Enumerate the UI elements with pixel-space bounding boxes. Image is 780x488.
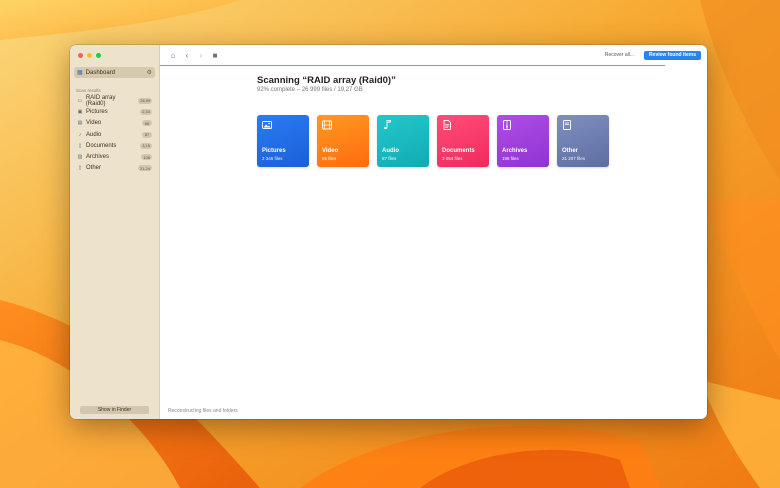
archive-icon: ▥ — [77, 154, 83, 161]
scan-results-list: ▭ RAID array (Raid0) 26,99 ▣ Pictures 2,… — [74, 95, 155, 174]
forward-chevron-icon[interactable]: › — [194, 51, 208, 60]
sidebar-item-raid[interactable]: ▭ RAID array (Raid0) 26,99 — [74, 94, 155, 107]
count-badge: 26,99 — [138, 97, 152, 104]
stop-icon[interactable]: ■ — [208, 51, 222, 60]
tile-name: Archives — [502, 148, 528, 154]
tile-audio[interactable]: Audio 87 files — [377, 115, 429, 167]
document-icon — [443, 120, 451, 130]
count-badge: 21,24 — [137, 165, 152, 172]
count-badge: 87 — [142, 131, 152, 138]
tile-count: 87 files — [382, 156, 397, 161]
sidebar-item-other[interactable]: ▯ Other 21,24 — [74, 163, 155, 174]
status-text: Reconstructing files and folders — [168, 408, 238, 414]
tile-name: Other — [562, 148, 579, 154]
category-tiles: Pictures 2 346 files Video 66 files Audi… — [257, 115, 609, 167]
show-in-finder-button[interactable]: Show in Finder — [80, 406, 149, 414]
archive-icon — [503, 120, 511, 130]
back-chevron-icon[interactable]: ‹ — [180, 51, 194, 60]
sidebar-item-audio[interactable]: ♪ Audio 87 — [74, 129, 155, 140]
sidebar-item-documents[interactable]: ▯ Documents 3,15 — [74, 140, 155, 151]
dashboard-grid-icon: ▦ — [77, 70, 83, 76]
tile-name: Pictures — [262, 148, 286, 154]
tile-documents[interactable]: Documents 3 054 files — [437, 115, 489, 167]
sidebar-item-label: Video — [86, 120, 102, 127]
sidebar-item-label: Pictures — [86, 108, 108, 115]
close-button[interactable] — [78, 53, 83, 58]
sidebar: ▦ Dashboard ⚙ Scan results ▭ RAID array … — [70, 45, 160, 419]
tile-archives[interactable]: Archives 196 files — [497, 115, 549, 167]
count-badge: 66 — [142, 120, 152, 127]
picture-icon — [262, 121, 272, 129]
main-content: ⌂ ‹ › ■ Recover all... Review found item… — [160, 45, 707, 419]
sidebar-item-pictures[interactable]: ▣ Pictures 2,34 — [74, 106, 155, 117]
scan-title: Scanning “RAID array (Raid0)” — [257, 75, 396, 86]
sidebar-item-label: Documents — [86, 142, 117, 149]
tile-name: Video — [322, 148, 339, 154]
dashboard-label: Dashboard — [85, 69, 116, 76]
toolbar: ⌂ ‹ › ■ Recover all... Review found item… — [160, 45, 707, 65]
music-note-icon: ♪ — [78, 131, 82, 138]
scan-subtitle: 92% complete – 26 999 files / 19,27 GB — [257, 87, 363, 93]
scan-results-heading: Scan results — [76, 88, 101, 93]
film-icon — [322, 120, 332, 130]
tile-name: Documents — [442, 148, 475, 154]
app-window: ▦ Dashboard ⚙ Scan results ▭ RAID array … — [70, 45, 707, 419]
zoom-button[interactable] — [96, 53, 101, 58]
scan-progress-bar — [160, 65, 665, 66]
sidebar-item-label: Other — [86, 165, 102, 172]
sidebar-item-label: Archives — [86, 154, 110, 161]
sidebar-item-video[interactable]: ▤ Video 66 — [74, 118, 155, 129]
tile-pictures[interactable]: Pictures 2 346 files — [257, 115, 309, 167]
hard-drive-icon: ▭ — [77, 97, 83, 104]
tile-count: 2 346 files — [262, 156, 283, 161]
picture-icon: ▣ — [77, 108, 83, 115]
tile-video[interactable]: Video 66 files — [317, 115, 369, 167]
tile-count: 21 207 files — [562, 156, 586, 161]
sidebar-item-label: Audio — [86, 131, 102, 138]
tile-name: Audio — [382, 148, 399, 154]
count-badge: 3,15 — [140, 142, 152, 149]
music-note-icon — [384, 120, 391, 130]
tile-count: 66 files — [322, 156, 337, 161]
home-icon[interactable]: ⌂ — [166, 51, 180, 60]
count-badge: 2,34 — [140, 108, 152, 115]
tile-count: 196 files — [502, 156, 519, 161]
window-controls — [78, 53, 101, 58]
recover-all-button[interactable]: Recover all... — [605, 52, 634, 58]
tile-count: 3 054 files — [442, 156, 463, 161]
document-icon: ▯ — [78, 142, 82, 149]
file-icon — [563, 120, 571, 130]
tile-other[interactable]: Other 21 207 files — [557, 115, 609, 167]
sidebar-settings-icon[interactable]: ⚙ — [147, 69, 152, 76]
sidebar-item-archives[interactable]: ▥ Archives 108 — [74, 151, 155, 162]
sidebar-item-dashboard[interactable]: ▦ Dashboard ⚙ — [74, 67, 155, 78]
film-icon: ▤ — [77, 120, 83, 127]
review-found-items-button[interactable]: Review found items — [644, 50, 701, 60]
minimize-button[interactable] — [87, 53, 92, 58]
sidebar-item-label: RAID array (Raid0) — [85, 94, 116, 107]
count-badge: 108 — [141, 154, 152, 161]
file-icon: ▯ — [78, 165, 82, 172]
